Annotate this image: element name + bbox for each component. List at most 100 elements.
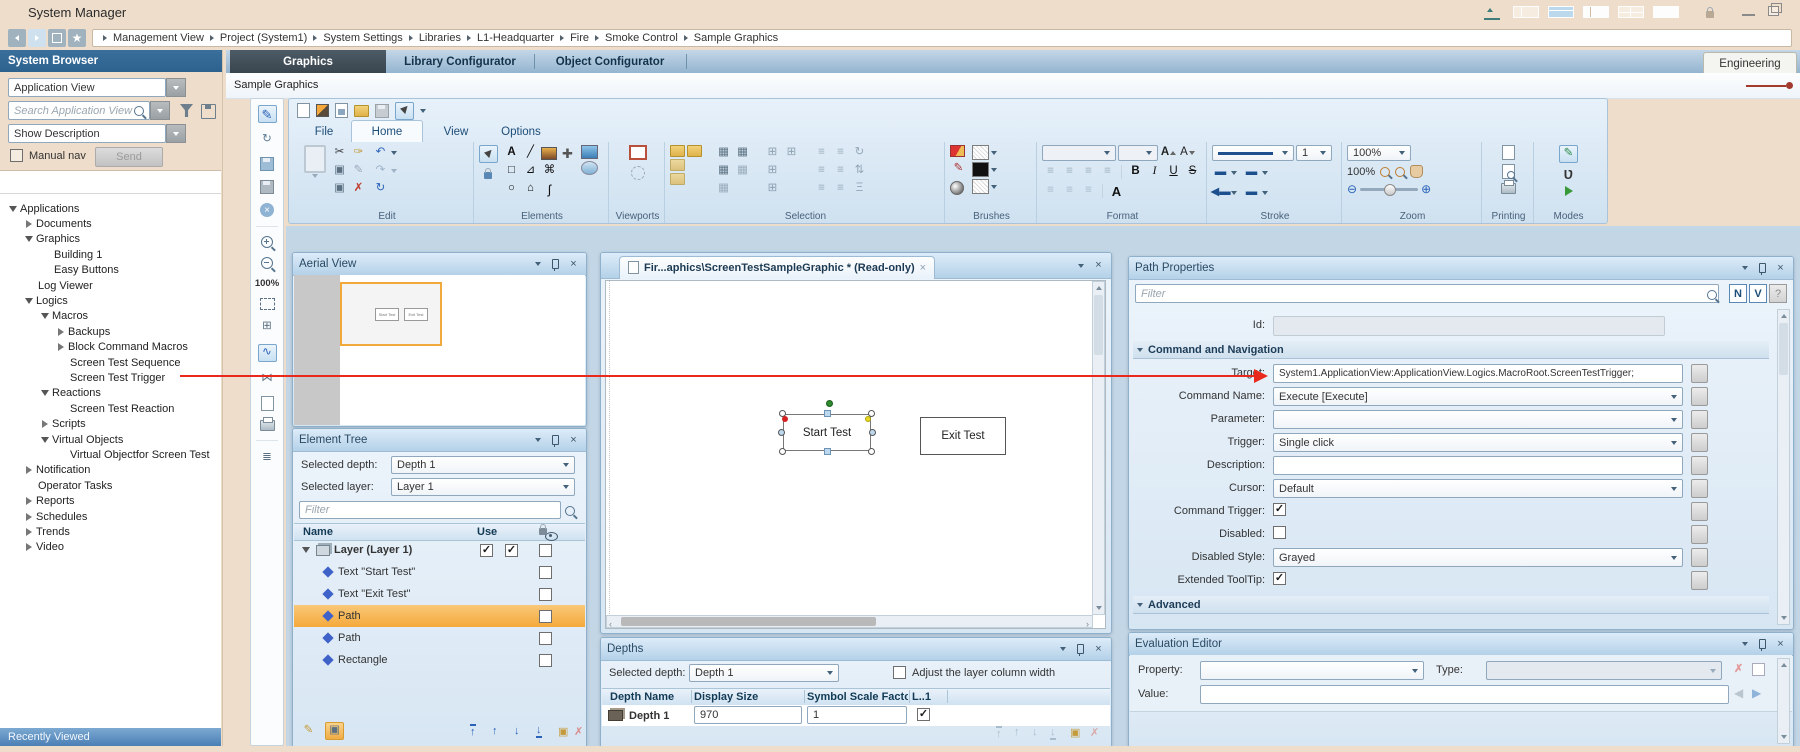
- cross-tool-icon[interactable]: ✚: [559, 145, 576, 161]
- close-tool-icon[interactable]: ×: [260, 203, 274, 217]
- arrow-start-icon[interactable]: ◀▬: [1212, 185, 1229, 201]
- move-to-top-icon[interactable]: ↑: [470, 724, 476, 738]
- canvas-hscrollbar[interactable]: ‹ ›: [606, 615, 1093, 628]
- canvas-files-dropdown-icon[interactable]: [1074, 259, 1087, 272]
- save-tool-icon[interactable]: [260, 157, 274, 171]
- tree-item-scripts[interactable]: Scripts: [0, 416, 221, 431]
- tree-item-documents[interactable]: Documents: [0, 216, 221, 231]
- description-selector[interactable]: Show Description: [8, 124, 166, 143]
- align-text-justify-icon[interactable]: ≡: [1099, 164, 1116, 180]
- extended-tooltip-browse-button[interactable]: [1691, 571, 1708, 590]
- line-cap-icon[interactable]: ▬: [1212, 165, 1229, 181]
- add-depth-icon[interactable]: ▣: [1070, 726, 1080, 739]
- start-test-selection[interactable]: Start Test: [779, 410, 875, 455]
- path-properties-filter-input[interactable]: [1135, 284, 1719, 303]
- trigger-browse-button[interactable]: [1691, 433, 1708, 452]
- align-text-center-icon[interactable]: ≡: [1061, 164, 1078, 180]
- cursor-browse-button[interactable]: [1691, 479, 1708, 498]
- flip-icon[interactable]: ⇅: [851, 163, 868, 179]
- presenter-icon[interactable]: [1484, 6, 1500, 20]
- font-style-select[interactable]: [1118, 145, 1158, 161]
- depths-pin-icon[interactable]: [1074, 643, 1087, 656]
- ribbon-tab-view[interactable]: View: [429, 122, 483, 142]
- breadcrumb-item[interactable]: Sample Graphics: [694, 32, 778, 44]
- align-middle-icon[interactable]: ≡: [832, 163, 849, 179]
- pattern-swatch-dropdown-icon[interactable]: [991, 185, 997, 189]
- stroke-swatch-dropdown-icon[interactable]: [991, 168, 997, 172]
- view-selector-dropdown-icon[interactable]: [166, 78, 186, 97]
- gradient-brush-icon[interactable]: [950, 181, 964, 195]
- redo-icon[interactable]: ↷: [372, 163, 389, 179]
- drawing-surface[interactable]: ‹ › Exit Test Start Test: [605, 280, 1106, 629]
- start-test-button[interactable]: Start Test: [783, 414, 871, 451]
- forward-button[interactable]: [28, 29, 46, 47]
- breadcrumb-item[interactable]: L1-Headquarter: [477, 32, 554, 44]
- design-mode-icon[interactable]: ✎: [1559, 145, 1578, 163]
- tree-item-screen-test-sequence[interactable]: Screen Test Sequence: [0, 355, 221, 370]
- paste-special-icon[interactable]: ✎: [350, 163, 367, 179]
- ellipse-tool-icon[interactable]: ○: [503, 181, 520, 197]
- font-dialog-icon[interactable]: A: [1108, 183, 1125, 199]
- depth-name-column[interactable]: Depth Name: [610, 691, 692, 703]
- scroll-down-icon[interactable]: [1093, 602, 1104, 614]
- print-preview-icon[interactable]: [1502, 164, 1515, 179]
- select-same-icon[interactable]: ▦: [734, 145, 751, 161]
- line-cap-dropdown-icon[interactable]: [1231, 171, 1237, 175]
- l1-column[interactable]: L..1: [912, 691, 946, 703]
- recently-viewed-bar[interactable]: Recently Viewed: [0, 728, 221, 746]
- select-none-icon[interactable]: ▦: [715, 181, 732, 197]
- add-element-icon[interactable]: ▣: [558, 725, 568, 738]
- element-row-layer[interactable]: Layer (Layer 1) ✓✓: [294, 539, 585, 561]
- polygon-tool-icon[interactable]: ⌂: [522, 181, 539, 197]
- breadcrumb-item[interactable]: System Settings: [323, 32, 402, 44]
- delete-icon[interactable]: ✗: [350, 181, 367, 197]
- ribbon-tab-file[interactable]: File: [301, 122, 347, 142]
- element-tree-collapse-icon[interactable]: [531, 434, 544, 447]
- favorite-star-icon[interactable]: ★: [68, 29, 86, 47]
- line-join-dropdown-icon[interactable]: [1262, 171, 1268, 175]
- value-input[interactable]: [1200, 685, 1729, 704]
- resize-handle-n[interactable]: [824, 410, 831, 417]
- command-name-select[interactable]: Execute [Execute]: [1273, 387, 1683, 406]
- selected-layer-select[interactable]: Layer 1: [391, 478, 575, 496]
- tree-item-screen-test-reaction[interactable]: Screen Test Reaction: [0, 401, 221, 416]
- symbol-tool-icon[interactable]: ⌘: [541, 163, 558, 179]
- depths-close-icon[interactable]: ×: [1092, 643, 1105, 656]
- new-document-icon[interactable]: [297, 103, 310, 118]
- export-tool-icon[interactable]: ↻: [259, 132, 276, 148]
- arrow-end-dropdown-icon[interactable]: [1262, 191, 1268, 195]
- layout-columns-icon[interactable]: [1513, 6, 1539, 18]
- back-button[interactable]: [8, 29, 26, 47]
- tree-item-log-viewer[interactable]: Log Viewer: [0, 278, 221, 293]
- breadcrumb-item[interactable]: Management View: [113, 32, 204, 44]
- zoom-100-tool[interactable]: 100%: [255, 278, 279, 289]
- layout-grid-icon[interactable]: [1618, 6, 1644, 18]
- edit-mode-tool-icon[interactable]: ✎: [258, 105, 277, 123]
- layout-rows-icon[interactable]: [1548, 6, 1574, 18]
- tree-item-building-1[interactable]: Building 1: [0, 247, 221, 262]
- ungroup-icon[interactable]: [687, 145, 702, 157]
- selected-depth-select[interactable]: Depth 1: [391, 456, 575, 474]
- parameter-browse-button[interactable]: [1691, 410, 1708, 429]
- viewport-shape-icon[interactable]: [631, 166, 645, 180]
- lock-tool-icon[interactable]: [479, 165, 496, 181]
- add-viewport-icon[interactable]: [629, 145, 647, 160]
- tree-item-block-command-macros[interactable]: Block Command Macros: [0, 340, 221, 355]
- line-width-select[interactable]: 1: [1296, 145, 1332, 161]
- description-input[interactable]: [1273, 456, 1683, 475]
- depth-up-icon[interactable]: ↑: [1014, 726, 1020, 738]
- symbol-scale-input[interactable]: [807, 706, 907, 724]
- align-top-icon[interactable]: ≡: [832, 145, 849, 161]
- depth-down-icon[interactable]: ↓: [1032, 726, 1038, 738]
- format-painter-icon[interactable]: ✑: [350, 145, 367, 161]
- element-row-rectangle[interactable]: Rectangle: [294, 649, 585, 671]
- filter-help-button[interactable]: ?: [1769, 284, 1787, 303]
- select-cursor-icon[interactable]: [395, 102, 414, 120]
- aerial-collapse-icon[interactable]: [531, 258, 544, 271]
- trigger-select[interactable]: Single click: [1273, 433, 1683, 452]
- vertical-align-bottom-icon[interactable]: ≡: [1080, 183, 1097, 199]
- copy-icon[interactable]: ▣: [331, 163, 348, 179]
- zoom-slider-minus-icon[interactable]: ⊖: [1347, 182, 1357, 196]
- element-row-text-exit-test[interactable]: Text "Exit Test": [294, 583, 585, 605]
- extended-tooltip-checkbox[interactable]: ✓: [1273, 572, 1286, 585]
